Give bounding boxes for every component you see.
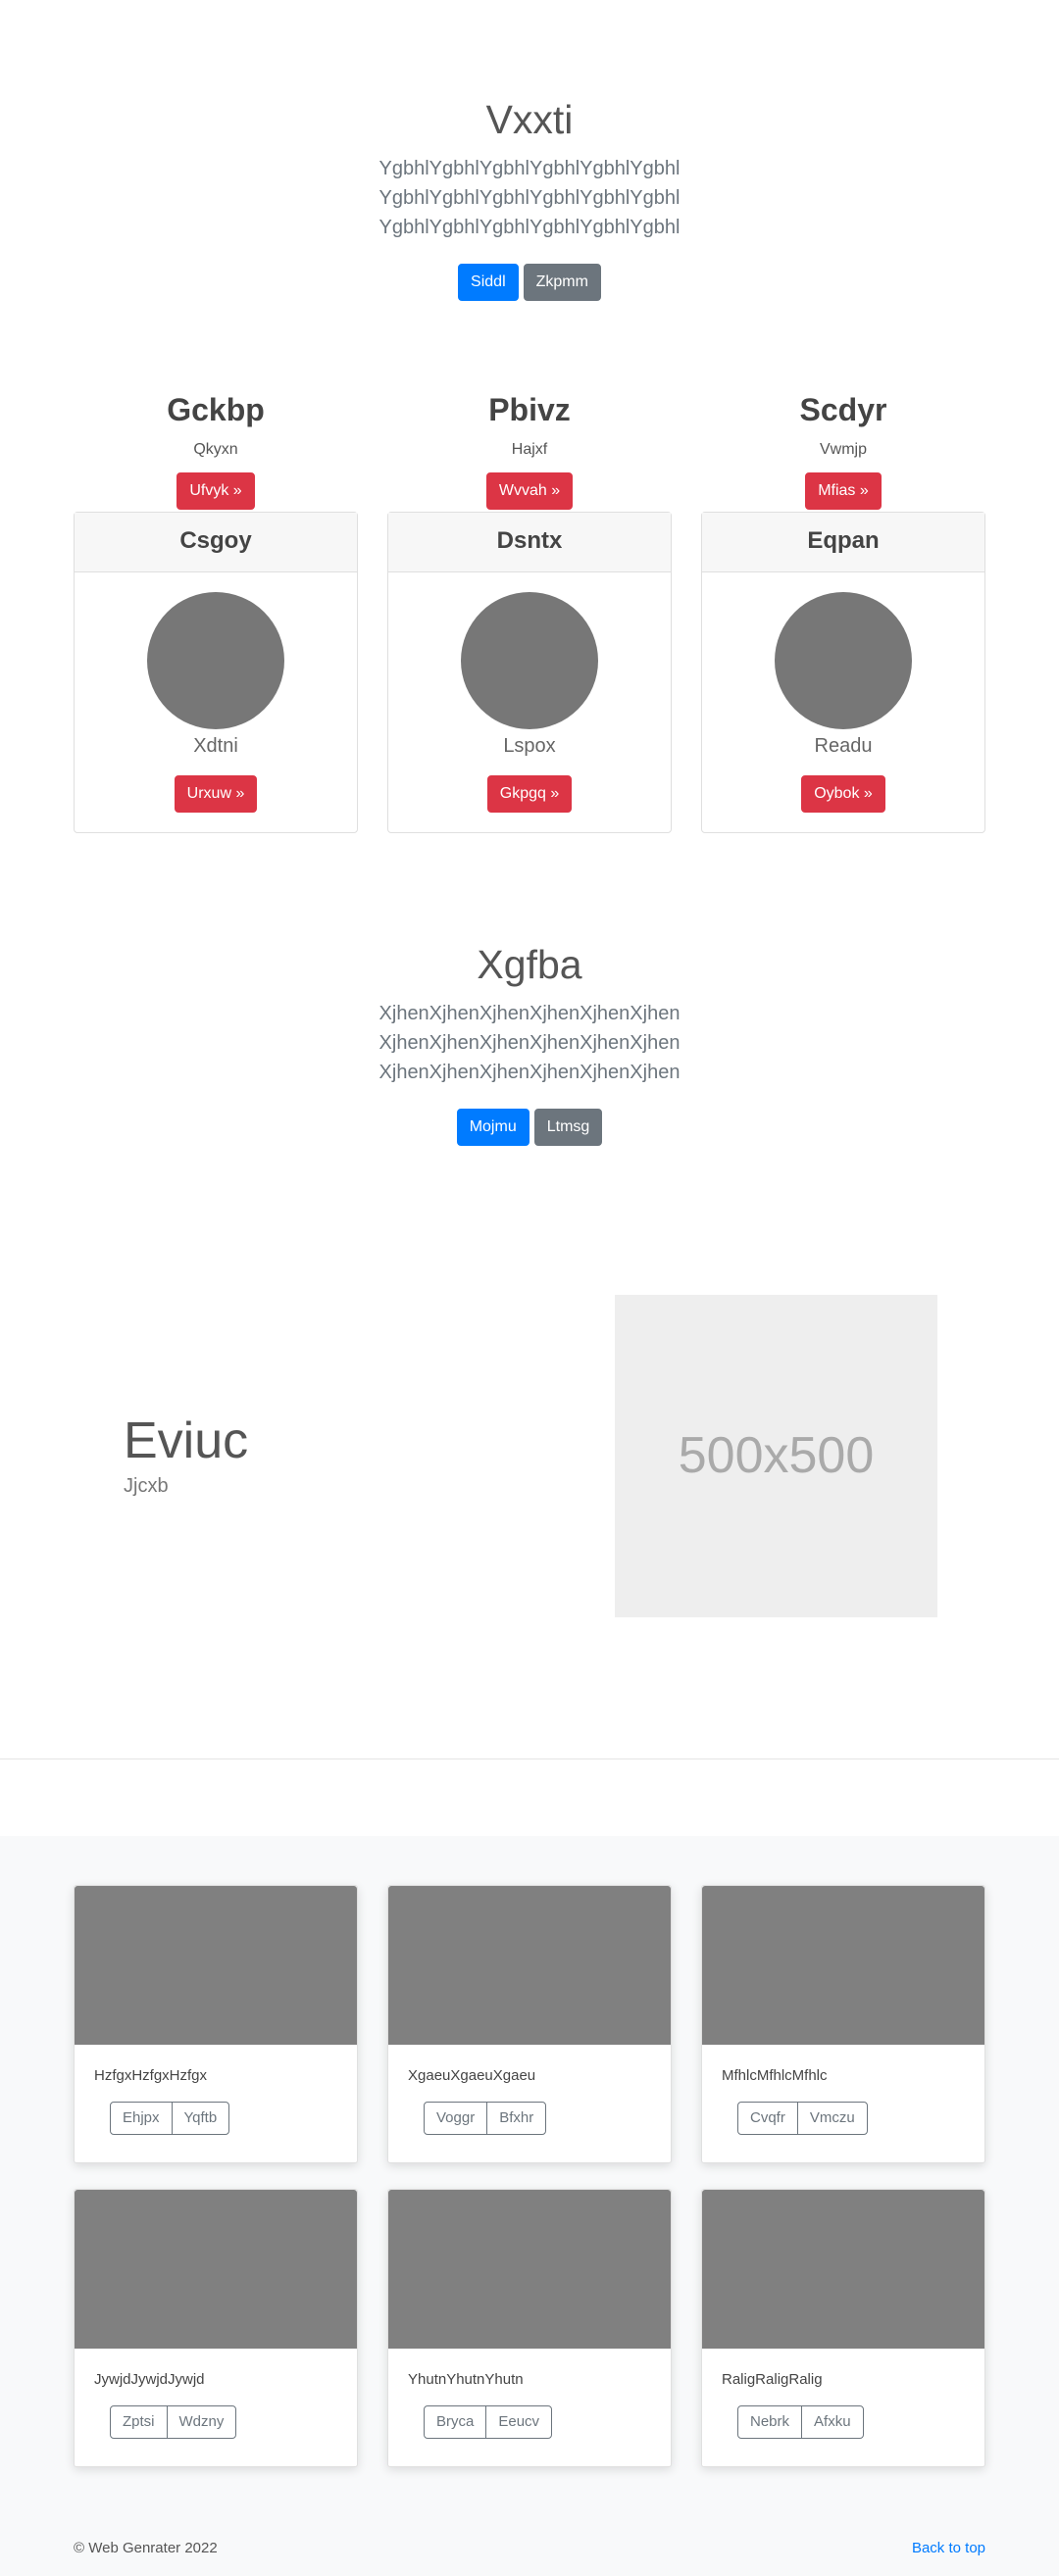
card-text: YhutnYhutnYhutn — [408, 2370, 524, 2388]
album-card: RaligRaligRalig Nebrk Afxku — [701, 2188, 985, 2467]
card-button-group: Bryca Eeucv — [424, 2404, 553, 2439]
column-text: Hajxf — [511, 440, 548, 458]
column-heading: Gckbp — [167, 392, 265, 428]
column-button[interactable]: Ufvyk » — [176, 471, 255, 510]
card-button-1[interactable]: Cvqfr — [737, 2101, 798, 2135]
album-card: JywjdJywjdJywjd Zptsi Wdzny — [74, 2188, 358, 2467]
album-card: YhutnYhutnYhutn Bryca Eeucv — [387, 2188, 672, 2467]
circle-image — [461, 591, 598, 729]
card-button-1[interactable]: Nebrk — [737, 2404, 803, 2439]
card-button-2[interactable]: Wdzny — [166, 2404, 237, 2439]
column-2: Pbivz Hajxf Wvvah » — [387, 391, 672, 510]
card-button-2[interactable]: Eeucv — [485, 2404, 553, 2439]
hero-primary-button[interactable]: Siddl — [458, 264, 519, 302]
card-header: Eqpan — [702, 512, 984, 572]
card-button[interactable]: Gkpgq » — [486, 774, 573, 813]
circle-image — [147, 591, 284, 729]
card-thumbnail — [388, 1885, 671, 2045]
card-thumbnail — [702, 2189, 984, 2349]
card-button-2[interactable]: Afxku — [801, 2404, 864, 2439]
card-thumbnail — [75, 1885, 357, 2045]
copyright-text: © Web Genrater 2022 — [74, 2539, 218, 2556]
card-button-group: Voggr Bfxhr — [424, 2101, 547, 2135]
column-3: Scdyr Vwmjp Mfias » — [701, 391, 985, 510]
column-heading: Pbivz — [488, 392, 571, 428]
card-thumbnail — [702, 1885, 984, 2045]
album-section: HzfgxHzfgxHzfgx Ehjpx Yqftb XgaeuXgaeuXg… — [0, 1835, 1059, 2576]
card-button-2[interactable]: Bfxhr — [486, 2101, 547, 2135]
hero-title: Xgfba — [477, 941, 582, 987]
placeholder-image: 500x500 — [615, 1294, 937, 1617]
album-card: XgaeuXgaeuXgaeu Voggr Bfxhr — [387, 1884, 672, 2163]
column-button[interactable]: Wvvah » — [485, 471, 574, 510]
hero-title: Vxxti — [485, 97, 574, 142]
column-text: Vwmjp — [819, 440, 867, 458]
card-text: RaligRaligRalig — [722, 2370, 823, 2388]
column-button[interactable]: Mfias » — [805, 471, 882, 510]
hero-lead: XjhenXjhenXjhenXjhenXjhenXjhen XjhenXjhe… — [378, 1002, 681, 1083]
card-text: MfhlcMfhlcMfhlc — [722, 2066, 828, 2084]
album-card: HzfgxHzfgxHzfgx Ehjpx Yqftb — [74, 1884, 358, 2163]
column-text: Qkyxn — [193, 440, 238, 458]
footer: © Web Genrater 2022 Back to top — [74, 2540, 985, 2556]
card-text: JywjdJywjdJywjd — [94, 2370, 205, 2388]
card-button-1[interactable]: Bryca — [424, 2404, 487, 2439]
card-button-1[interactable]: Zptsi — [110, 2404, 168, 2439]
card-thumbnail — [75, 2189, 357, 2349]
hero-section-middle: Xgfba XjhenXjhenXjhenXjhenXjhenXjhen Xjh… — [0, 833, 1059, 1146]
card-button-group: Zptsi Wdzny — [110, 2404, 237, 2439]
card-text: XgaeuXgaeuXgaeu — [408, 2066, 536, 2084]
card-thumbnail — [388, 2189, 671, 2349]
circle-label: Lspox — [503, 734, 556, 757]
circle-label: Xdtni — [193, 734, 238, 757]
card-button-group: Nebrk Afxku — [737, 2404, 864, 2439]
card-button-group: Cvqfr Vmczu — [737, 2101, 868, 2135]
card-button-1[interactable]: Voggr — [424, 2101, 488, 2135]
circle-card: Eqpan Readu Oybok » — [701, 511, 985, 833]
circle-image — [775, 591, 912, 729]
card-button[interactable]: Oybok » — [801, 774, 885, 813]
card-button-1[interactable]: Ehjpx — [110, 2101, 173, 2135]
feature-title: Eviuc — [124, 1412, 249, 1470]
hero-secondary-button[interactable]: Ltmsg — [533, 1108, 603, 1146]
hero-section-top: Vxxti YgbhlYgbhlYgbhlYgbhlYgbhlYgbhl Ygb… — [0, 0, 1059, 302]
hero-button-row: Siddl Zkpmm — [0, 264, 1059, 302]
heading-columns: Gckbp Qkyxn Ufvyk » Pbivz Hajxf Wvvah » … — [74, 391, 985, 510]
hero-primary-button[interactable]: Mojmu — [456, 1108, 530, 1146]
card-header: Csgoy — [75, 512, 357, 572]
hero-lead: YgbhlYgbhlYgbhlYgbhlYgbhlYgbhl YgbhlYgbh… — [378, 158, 681, 239]
hero-secondary-button[interactable]: Zkpmm — [523, 264, 601, 302]
album-grid: HzfgxHzfgxHzfgx Ehjpx Yqftb XgaeuXgaeuXg… — [74, 1884, 985, 2467]
circle-label: Readu — [814, 734, 873, 757]
card-button-2[interactable]: Yqftb — [171, 2101, 230, 2135]
card-button-2[interactable]: Vmczu — [796, 2101, 868, 2135]
card-text: HzfgxHzfgxHzfgx — [94, 2066, 208, 2084]
circle-card: Csgoy Xdtni Urxuw » — [74, 511, 358, 833]
hero-button-row: Mojmu Ltmsg — [0, 1108, 1059, 1146]
circle-card: Dsntx Lspox Gkpgq » — [387, 511, 672, 833]
card-header: Dsntx — [388, 512, 671, 572]
circle-cards: Csgoy Xdtni Urxuw » Dsntx Lspox Gkpgq » … — [74, 511, 985, 833]
back-to-top-link[interactable]: Back to top — [912, 2540, 985, 2556]
feature-section: Eviuc Jjcxb 500x500 — [122, 1294, 937, 1617]
feature-subtitle: Jjcxb — [124, 1475, 169, 1498]
column-heading: Scdyr — [799, 392, 887, 428]
card-button-group: Ehjpx Yqftb — [110, 2101, 230, 2135]
card-button[interactable]: Urxuw » — [174, 774, 258, 813]
album-card: MfhlcMfhlcMfhlc Cvqfr Vmczu — [701, 1884, 985, 2163]
column-1: Gckbp Qkyxn Ufvyk » — [74, 391, 358, 510]
